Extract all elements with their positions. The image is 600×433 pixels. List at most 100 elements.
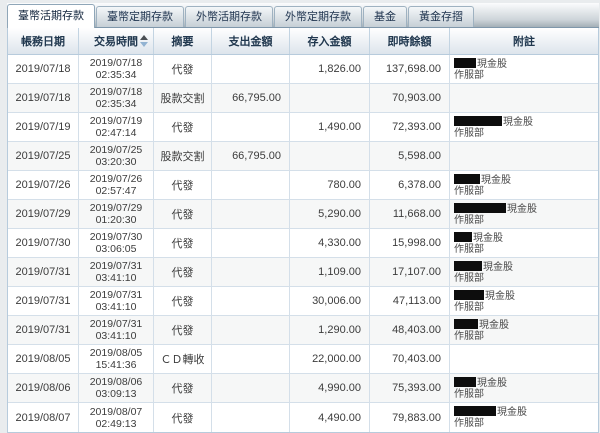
tab-5[interactable]: 黃金存摺 <box>408 6 474 27</box>
column-header-label: 帳務日期 <box>21 36 65 48</box>
table-row: 2019/07/31 2019/07/31 03:41:10 代發 1,109.00 17… <box>8 258 598 287</box>
withdrawal-amount-cell: 66,795.00 <box>211 84 289 112</box>
withdrawal-amount-cell <box>211 258 289 286</box>
account-date-cell: 2019/07/31 <box>15 295 71 307</box>
note-cell: 現金股 作服部 <box>449 403 598 432</box>
summary-cell: 代發 <box>153 171 211 199</box>
account-date-cell: 2019/07/18 <box>15 92 71 104</box>
sort-arrows-icon[interactable] <box>140 35 148 47</box>
column-header-3: 支出金額 <box>211 28 289 54</box>
redaction-box <box>454 261 482 271</box>
summary-cell: 代發 <box>153 403 211 432</box>
withdrawal-amount-cell <box>211 200 289 228</box>
balance-cell: 75,393.00 <box>369 374 449 402</box>
table-row: 2019/07/31 2019/07/31 03:41:10 代發 1,290.00 48… <box>8 316 598 345</box>
summary-cell: 代發 <box>153 55 211 83</box>
column-header-label: 交易時間 <box>94 36 138 48</box>
table-row: 2019/07/19 2019/07/19 02:47:14 代發 1,490.00 72… <box>8 113 598 142</box>
note-cell: 現金股 作服部 <box>449 258 598 286</box>
balance-cell: 15,998.00 <box>369 229 449 257</box>
column-header-1[interactable]: 交易時間 <box>78 28 153 54</box>
account-activity-panel: 臺幣活期存款 臺幣定期存款 外幣活期存款 外幣定期存款 基金 黃金存摺 帳務日期 交易時間 摘… <box>0 0 600 433</box>
table-row: 2019/07/25 2019/07/25 03:20:30 股款交割 66,795.0… <box>8 142 598 171</box>
withdrawal-amount-cell: 66,795.00 <box>211 142 289 170</box>
balance-cell: 79,883.00 <box>369 403 449 432</box>
column-header-label: 即時餘額 <box>387 36 432 48</box>
redaction-box <box>454 116 502 126</box>
summary-cell: 代發 <box>153 316 211 344</box>
table-row: 2019/08/06 2019/08/06 03:09:13 代發 4,990.00 75… <box>8 374 598 403</box>
balance-cell: 47,113.00 <box>369 287 449 315</box>
table-row: 2019/08/07 2019/08/07 02:49:13 代發 4,490.00 79… <box>8 403 598 432</box>
deposit-amount-cell: 1,109.00 <box>289 258 369 286</box>
tab-4[interactable]: 基金 <box>363 6 407 27</box>
withdrawal-amount-cell <box>211 403 289 432</box>
withdrawal-amount-cell <box>211 287 289 315</box>
transaction-time-cell: 2019/07/30 03:06:05 <box>78 229 153 257</box>
tab-3[interactable]: 外幣定期存款 <box>274 6 362 27</box>
transaction-time-cell: 2019/08/06 03:09:13 <box>78 374 153 402</box>
deposit-amount-cell: 1,826.00 <box>289 55 369 83</box>
note-cell: 現金股 作服部 <box>449 229 598 257</box>
balance-cell: 6,378.00 <box>369 171 449 199</box>
transaction-time-cell: 2019/07/19 02:47:14 <box>78 113 153 141</box>
redaction-box <box>454 290 484 300</box>
tab-1[interactable]: 臺幣定期存款 <box>96 6 184 27</box>
summary-cell: 代發 <box>153 229 211 257</box>
withdrawal-amount-cell <box>211 374 289 402</box>
account-type-tab-bar: 臺幣活期存款 臺幣定期存款 外幣活期存款 外幣定期存款 基金 黃金存摺 <box>7 3 599 28</box>
note-cell: 現金股 作服部 <box>449 287 598 315</box>
deposit-amount-cell: 30,006.00 <box>289 287 369 315</box>
account-date-cell: 2019/07/31 <box>15 324 71 336</box>
transaction-time-cell: 2019/07/18 02:35:34 <box>78 84 153 112</box>
deposit-amount-cell: 1,490.00 <box>289 113 369 141</box>
column-header-0: 帳務日期 <box>8 28 78 54</box>
deposit-amount-cell: 4,990.00 <box>289 374 369 402</box>
column-header-label: 摘要 <box>171 36 194 48</box>
account-date-cell: 2019/07/29 <box>15 208 71 220</box>
transaction-time-cell: 2019/08/07 02:49:13 <box>78 403 153 432</box>
deposit-amount-cell: 4,330.00 <box>289 229 369 257</box>
table-row: 2019/07/26 2019/07/26 02:57:47 代發 780.00 6,37… <box>8 171 598 200</box>
redaction-box <box>454 174 480 184</box>
balance-cell: 70,403.00 <box>369 345 449 373</box>
table-row: 2019/07/29 2019/07/29 01:20:30 代發 5,290.00 11… <box>8 200 598 229</box>
column-header-5: 即時餘額 <box>369 28 449 54</box>
account-date-cell: 2019/07/25 <box>15 150 71 162</box>
tab-0-active[interactable]: 臺幣活期存款 <box>7 4 95 28</box>
balance-cell: 137,698.00 <box>369 55 449 83</box>
balance-cell: 48,403.00 <box>369 316 449 344</box>
deposit-amount-cell: 4,490.00 <box>289 403 369 432</box>
balance-cell: 11,668.00 <box>369 200 449 228</box>
table-row: 2019/07/18 2019/07/18 02:35:34 股款交割 66,795.0… <box>8 84 598 113</box>
deposit-amount-cell <box>289 84 369 112</box>
account-date-cell: 2019/08/07 <box>15 411 71 424</box>
balance-cell: 72,393.00 <box>369 113 449 141</box>
deposit-amount-cell <box>289 142 369 170</box>
summary-cell: 代發 <box>153 258 211 286</box>
tab-2[interactable]: 外幣活期存款 <box>185 6 273 27</box>
account-date-cell: 2019/07/19 <box>15 121 71 133</box>
withdrawal-amount-cell <box>211 113 289 141</box>
summary-cell: ＣＤ轉收 <box>153 345 211 373</box>
transaction-time-cell: 2019/08/05 15:41:36 <box>78 345 153 373</box>
column-header-2: 摘要 <box>153 28 211 54</box>
table-row: 2019/08/05 2019/08/05 15:41:36 ＣＤ轉收 22,000.0… <box>8 345 598 374</box>
note-cell: 現金股 作服部 <box>449 55 598 83</box>
transactions-table: 帳務日期 交易時間 摘要 支出金額 存入金額 即時餘額 附註 2019/07/18 2019/… <box>7 28 599 433</box>
note-cell: 現金股 作服部 <box>449 200 598 228</box>
account-date-cell: 2019/07/31 <box>15 266 71 278</box>
transaction-time-cell: 2019/07/31 03:41:10 <box>78 316 153 344</box>
note-cell: 現金股 作服部 <box>449 171 598 199</box>
note-cell <box>449 345 598 373</box>
transaction-time-cell: 2019/07/18 02:35:34 <box>78 55 153 83</box>
withdrawal-amount-cell <box>211 55 289 83</box>
note-cell: 現金股 作服部 <box>449 374 598 402</box>
summary-cell: 代發 <box>153 374 211 402</box>
withdrawal-amount-cell <box>211 316 289 344</box>
note-cell <box>449 142 598 170</box>
column-header-label: 存入金額 <box>307 36 352 48</box>
account-date-cell: 2019/07/18 <box>15 63 71 75</box>
summary-cell: 代發 <box>153 113 211 141</box>
transaction-time-cell: 2019/07/26 02:57:47 <box>78 171 153 199</box>
